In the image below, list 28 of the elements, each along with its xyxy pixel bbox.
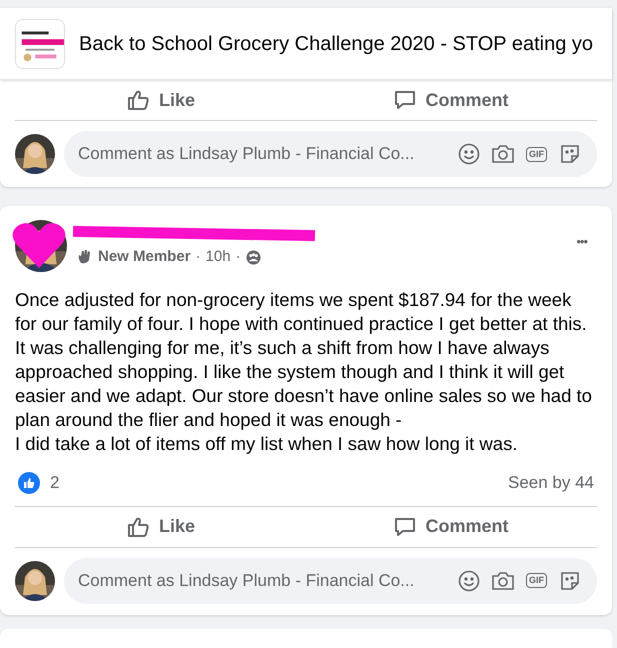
comment-field[interactable]: Comment as Lindsay Plumb - Financial Co... GIF — [64, 558, 597, 604]
comment-button[interactable]: Comment — [306, 82, 596, 118]
camera-icon[interactable] — [492, 144, 514, 164]
like-button[interactable]: Like — [16, 82, 306, 118]
sticker-icon[interactable] — [559, 570, 581, 592]
like-button[interactable]: Like — [16, 508, 306, 544]
gif-icon[interactable]: GIF — [526, 573, 547, 588]
reaction-count[interactable]: 2 — [50, 470, 60, 496]
smiley-icon[interactable] — [458, 143, 480, 165]
thumbs-up-icon — [126, 88, 151, 112]
seen-count[interactable]: Seen by 44 — [508, 470, 594, 496]
comment-field[interactable]: Comment as Lindsay Plumb - Financial Co... GIF — [64, 131, 597, 177]
speech-bubble-icon — [393, 88, 418, 112]
post-text: Once adjusted for non-grocery items we spent $187.94 for the week for our family of four. I hope with continued practice I get better at this. It was challenging for me, it’s such a shift from how I have always approached shopping. I like the system though and I think it will get easier and we adapt. Our store doesn’t have online sales so we had to plan around the flier and hoped it was enough - I did take a lot of items off my list when I saw how long it was. — [14, 288, 593, 456]
camera-icon[interactable] — [492, 570, 514, 590]
more-options-button[interactable]: ••• — [576, 232, 587, 252]
separator: · — [236, 247, 241, 267]
smiley-icon[interactable] — [458, 570, 480, 592]
separator: · — [196, 247, 201, 267]
like-reaction-icon — [18, 472, 40, 494]
sticker-icon[interactable] — [559, 143, 581, 165]
waving-hand-icon — [77, 249, 93, 266]
group-title[interactable]: Back to School Grocery Challenge 2020 - STOP eating yo — [79, 28, 593, 58]
post-time[interactable]: 10h — [206, 246, 231, 268]
member-label: New Member — [98, 247, 191, 267]
comment-button[interactable]: Comment — [306, 508, 596, 544]
gif-icon[interactable]: GIF — [526, 146, 547, 162]
group-audience-icon — [246, 250, 261, 265]
